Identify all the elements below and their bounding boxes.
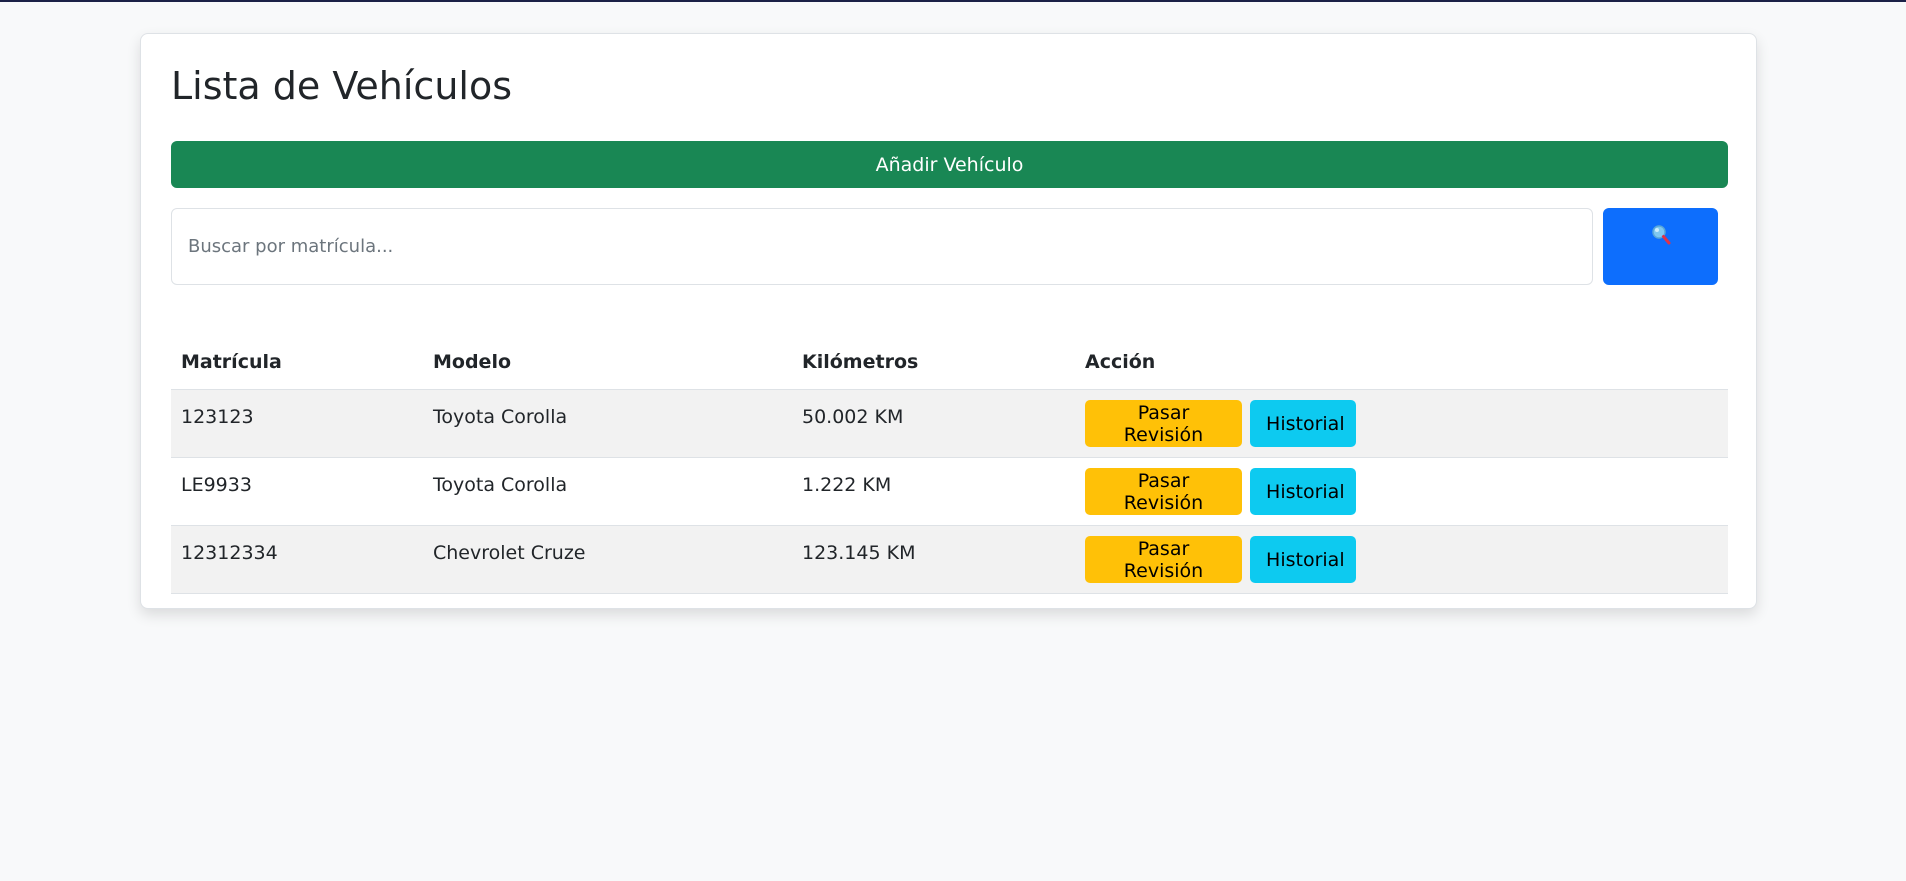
plate-cell: 12312334 bbox=[171, 525, 423, 594]
vehicle-list-card: Lista de Vehículos Añadir Vehículo Matrí… bbox=[140, 33, 1757, 609]
model-text: Chevrolet Cruze bbox=[433, 541, 586, 564]
plate-text: LE9933 bbox=[181, 473, 252, 496]
page-title: Lista de Vehículos bbox=[171, 64, 513, 108]
search-button[interactable] bbox=[1603, 208, 1718, 285]
model-text: Toyota Corolla bbox=[433, 405, 568, 428]
action-cell: Pasar Revisión Historial bbox=[1075, 389, 1728, 458]
plate-text: 123123 bbox=[181, 405, 254, 428]
top-border bbox=[0, 0, 1906, 2]
review-button[interactable]: Pasar Revisión bbox=[1085, 536, 1242, 583]
review-button[interactable]: Pasar Revisión bbox=[1085, 400, 1242, 447]
history-button[interactable]: Historial bbox=[1250, 536, 1357, 583]
table-row: 123123 Toyota Corolla 50.002 KM Pasar Re… bbox=[171, 389, 1728, 458]
km-text: 1.222 KM bbox=[802, 473, 892, 496]
km-text: 50.002 KM bbox=[802, 405, 904, 428]
km-cell: 50.002 KM bbox=[792, 389, 1075, 458]
search-input[interactable] bbox=[171, 208, 1593, 285]
model-text: Toyota Corolla bbox=[433, 473, 568, 496]
review-button[interactable]: Pasar Revisión bbox=[1085, 468, 1242, 515]
column-header-model: Modelo bbox=[423, 334, 792, 390]
table-header-row: Matrícula Modelo Kilómetros Acción bbox=[171, 334, 1728, 390]
model-cell: Toyota Corolla bbox=[423, 389, 792, 458]
model-cell: Toyota Corolla bbox=[423, 457, 792, 526]
vehicles-table: Matrícula Modelo Kilómetros Acción 12312… bbox=[171, 334, 1728, 594]
add-vehicle-button[interactable]: Añadir Vehículo bbox=[171, 141, 1728, 188]
history-button[interactable]: Historial bbox=[1250, 400, 1357, 447]
km-cell: 1.222 KM bbox=[792, 457, 1075, 526]
table-row: LE9933 Toyota Corolla 1.222 KM Pasar Rev… bbox=[171, 457, 1728, 526]
plate-text: 12312334 bbox=[181, 541, 278, 564]
table-row: 12312334 Chevrolet Cruze 123.145 KM Pasa… bbox=[171, 525, 1728, 594]
plate-cell: LE9933 bbox=[171, 457, 423, 526]
history-button[interactable]: Historial bbox=[1250, 468, 1357, 515]
action-cell: Pasar Revisión Historial bbox=[1075, 457, 1728, 526]
km-text: 123.145 KM bbox=[802, 541, 916, 564]
action-cell: Pasar Revisión Historial bbox=[1075, 525, 1728, 594]
km-cell: 123.145 KM bbox=[792, 525, 1075, 594]
plate-cell: 123123 bbox=[171, 389, 423, 458]
column-header-plate: Matrícula bbox=[171, 334, 423, 390]
column-header-km: Kilómetros bbox=[792, 334, 1075, 390]
model-cell: Chevrolet Cruze bbox=[423, 525, 792, 594]
column-header-action: Acción bbox=[1075, 334, 1728, 390]
magnifier-icon bbox=[1652, 225, 1671, 245]
